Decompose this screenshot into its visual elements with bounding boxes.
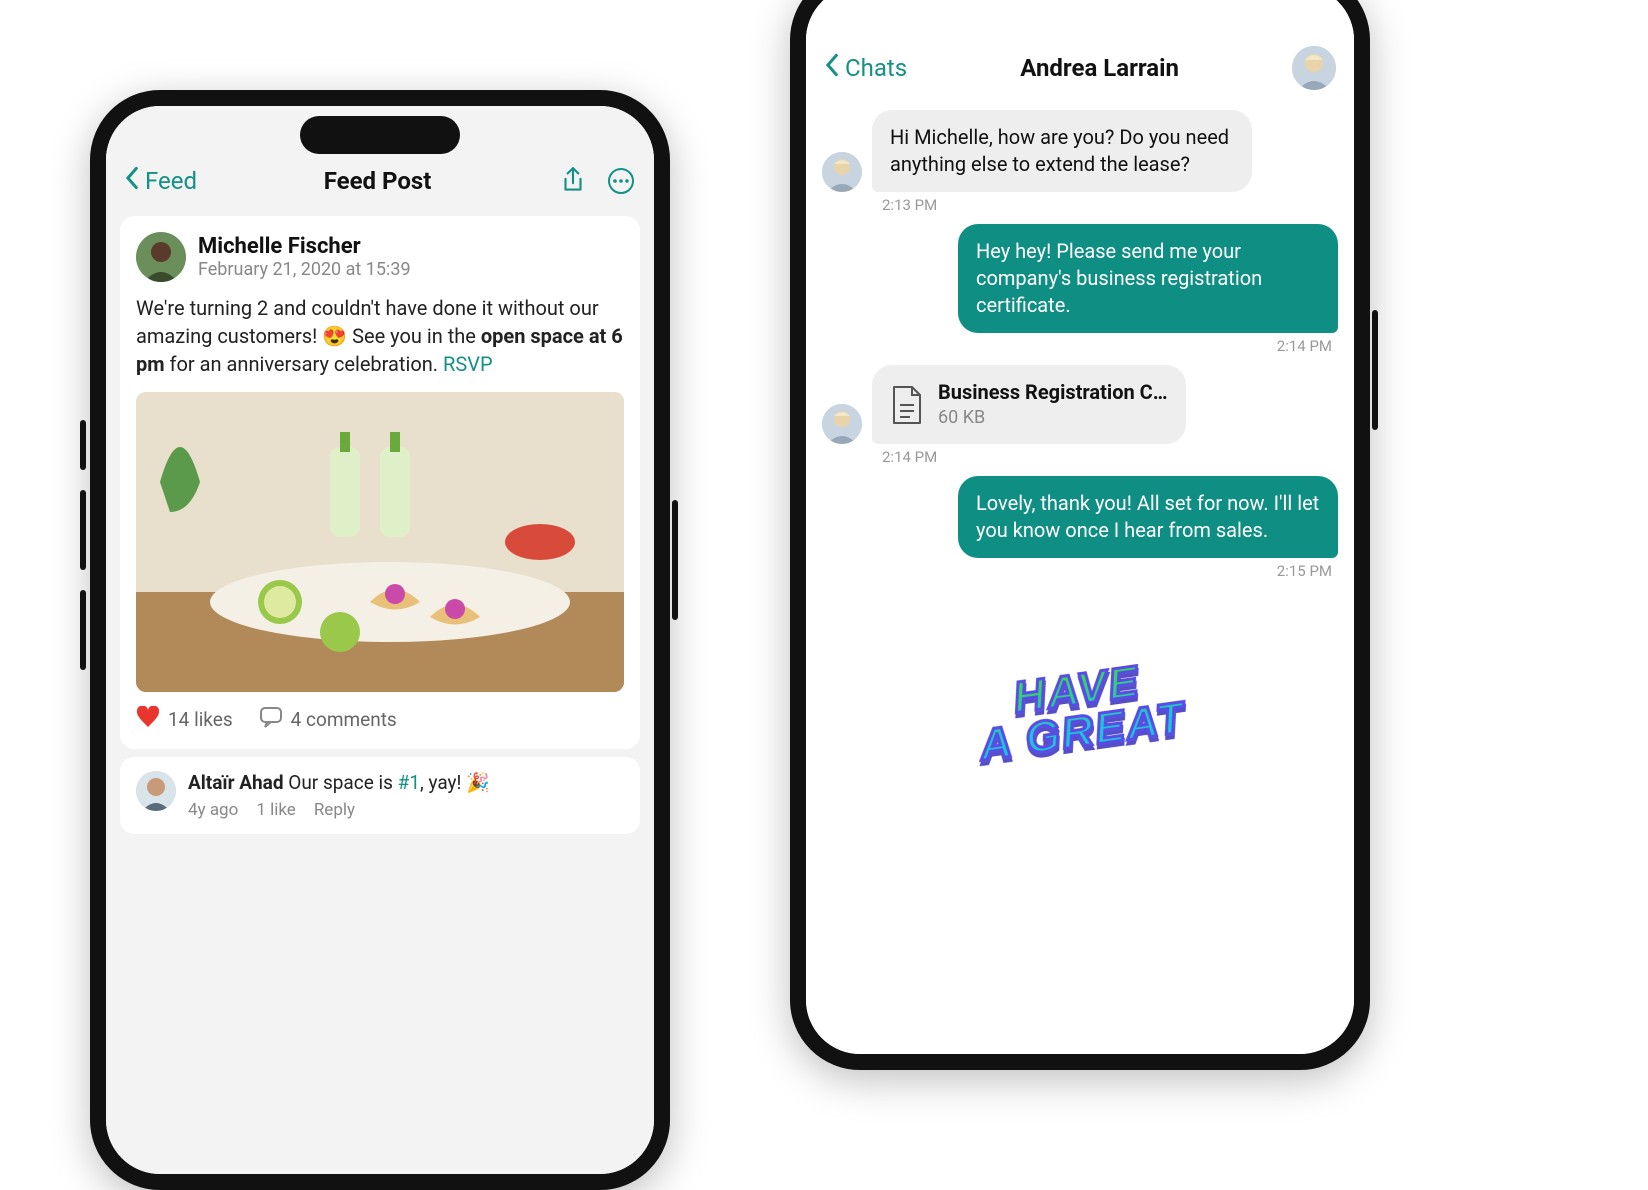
- comments-count: 4 comments: [291, 708, 397, 731]
- dynamic-island: [300, 116, 460, 154]
- back-label: Feed: [145, 167, 197, 195]
- chat-title: Andrea Larrain: [907, 54, 1292, 82]
- file-bubble[interactable]: Business Registration C… 60 KB: [872, 365, 1186, 444]
- timestamp: 2:15 PM: [822, 562, 1332, 580]
- sticker-text: HAVE A GREAT: [972, 654, 1189, 766]
- rsvp-link[interactable]: RSVP: [443, 352, 493, 376]
- heart-eyes-emoji: 😍: [322, 324, 347, 348]
- bubble: Hey hey! Please send me your company's b…: [958, 224, 1338, 333]
- screen-chat: Chats Andrea Larrain Hi Michelle, how ar…: [806, 0, 1354, 1054]
- contact-avatar[interactable]: [1292, 46, 1336, 90]
- comment-text: Our space is: [284, 771, 398, 794]
- side-button: [1372, 310, 1378, 430]
- comment-time: 4y ago: [188, 800, 238, 820]
- more-icon[interactable]: [606, 166, 636, 196]
- post-timestamp: February 21, 2020 at 15:39: [198, 259, 411, 280]
- sticker-have-a-great-day[interactable]: HAVE A GREAT: [822, 600, 1338, 820]
- message-in-file[interactable]: Business Registration C… 60 KB: [822, 365, 1338, 444]
- timestamp: 2:14 PM: [882, 448, 1338, 466]
- file-name: Business Registration C…: [938, 379, 1168, 406]
- back-button[interactable]: Chats: [824, 53, 907, 83]
- side-button: [672, 500, 678, 620]
- post-card: Michelle Fischer February 21, 2020 at 15…: [120, 216, 640, 749]
- post-header: Michelle Fischer February 21, 2020 at 15…: [136, 232, 624, 282]
- author-avatar[interactable]: [136, 232, 186, 282]
- comment-text: , yay!: [420, 771, 466, 794]
- post-author[interactable]: Michelle Fischer: [198, 234, 411, 259]
- side-button: [80, 420, 86, 470]
- bubble: Lovely, thank you! All set for now. I'll…: [958, 476, 1338, 558]
- party-emoji: 🎉: [466, 771, 490, 794]
- file-size: 60 KB: [938, 406, 1168, 430]
- post-image[interactable]: [136, 392, 624, 692]
- message-out[interactable]: Hey hey! Please send me your company's b…: [822, 224, 1338, 333]
- timestamp: 2:14 PM: [822, 337, 1332, 355]
- nav-bar: Chats Andrea Larrain: [806, 0, 1354, 102]
- share-icon[interactable]: [558, 166, 588, 196]
- back-button[interactable]: Feed: [124, 166, 197, 196]
- nav-actions: [558, 166, 636, 196]
- commenter-avatar[interactable]: [136, 771, 176, 811]
- likes-button[interactable]: 14 likes: [136, 706, 233, 733]
- timestamp: 2:13 PM: [882, 196, 1338, 214]
- chat-body: Hi Michelle, how are you? Do you need an…: [806, 110, 1354, 820]
- bubble: Hi Michelle, how are you? Do you need an…: [872, 110, 1252, 192]
- phone-feed: Feed Feed Post Michelle Fischer Februar: [90, 90, 670, 1190]
- sender-avatar[interactable]: [822, 404, 862, 444]
- side-button: [80, 590, 86, 670]
- document-icon: [890, 385, 924, 425]
- comments-button[interactable]: 4 comments: [259, 706, 397, 733]
- comment-meta: 4y ago 1 like Reply: [188, 800, 624, 820]
- comment-icon: [259, 706, 283, 733]
- post-actions: 14 likes 4 comments: [136, 706, 624, 733]
- reply-button[interactable]: Reply: [314, 800, 355, 820]
- chevron-left-icon: [824, 53, 839, 83]
- heart-icon: [136, 706, 160, 733]
- page-title: Feed Post: [197, 167, 558, 195]
- post-text: See you in the: [347, 324, 481, 348]
- commenter-name[interactable]: Altaïr Ahad: [188, 771, 284, 794]
- comment-likes[interactable]: 1 like: [256, 800, 296, 820]
- screen-feed: Feed Feed Post Michelle Fischer Februar: [106, 106, 654, 1174]
- message-in[interactable]: Hi Michelle, how are you? Do you need an…: [822, 110, 1338, 192]
- likes-count: 14 likes: [168, 708, 233, 731]
- hashtag-link[interactable]: #1: [398, 771, 420, 794]
- sender-avatar[interactable]: [822, 152, 862, 192]
- chevron-left-icon: [124, 166, 139, 196]
- side-button: [80, 490, 86, 570]
- post-text: for an anniversary celebration.: [165, 352, 443, 376]
- phone-chat: Chats Andrea Larrain Hi Michelle, how ar…: [790, 0, 1370, 1070]
- back-label: Chats: [845, 54, 907, 82]
- post-body: We're turning 2 and couldn't have done i…: [136, 294, 624, 378]
- comment-body: Altaïr Ahad Our space is #1, yay! 🎉: [188, 771, 624, 794]
- comment-card: Altaïr Ahad Our space is #1, yay! 🎉 4y a…: [120, 757, 640, 834]
- message-out[interactable]: Lovely, thank you! All set for now. I'll…: [822, 476, 1338, 558]
